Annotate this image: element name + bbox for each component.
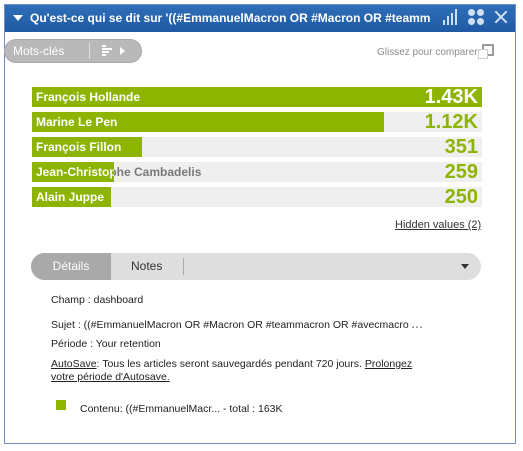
detail-sujet: Sujet : ((#EmmanuelMacron OR #Macron OR …: [51, 319, 423, 331]
legend-swatch: [56, 400, 66, 410]
sort-icon[interactable]: [102, 45, 112, 57]
detail-autosave-line2: votre période d'Autosave.: [51, 371, 170, 383]
bar-label: François Fillon: [36, 140, 122, 154]
detail-sujet-text: Sujet : ((#EmmanuelMacron OR #Macron OR …: [51, 319, 409, 331]
bar-label-clip: Alain Juppe: [32, 187, 111, 207]
bar-value: 1.43K: [424, 86, 478, 108]
bar-label-clip: Jean-Christophe Cambadelis: [32, 162, 114, 182]
bar-label: Marine Le Pen: [36, 115, 118, 129]
legend-label: Contenu: ((#EmmanuelMacr... - total : 16…: [80, 403, 283, 415]
chart-row[interactable]: François HollandeFrançois Hollande1.43K: [32, 86, 482, 108]
chart-row[interactable]: Alain JuppeAlain Juppe250: [32, 186, 482, 208]
window-title: Qu'est-ce qui se dit sur '((#EmmanuelMac…: [30, 11, 431, 25]
keywords-toolbar: Mots-clés: [4, 39, 142, 63]
detail-champ: Champ : dashboard: [51, 294, 144, 306]
tab-notes[interactable]: Notes: [131, 253, 162, 280]
bar-label: François Hollande: [36, 90, 141, 104]
hidden-values-link[interactable]: Hidden values (2): [395, 219, 481, 231]
bar-value: 259: [444, 161, 478, 183]
bar-label-clip: François Fillon: [32, 137, 142, 157]
autosave-text: : Tous les articles seront sauvegardés p…: [96, 358, 365, 370]
tab-bar: Détails Notes: [31, 253, 481, 280]
detail-autosave: AutoSave: Tous les articles seront sauve…: [51, 358, 412, 370]
grid-menu-icon[interactable]: [468, 9, 484, 25]
chart-row[interactable]: François FillonFrançois Fillon351: [32, 136, 482, 158]
keywords-button[interactable]: Mots-clés: [5, 44, 89, 58]
chevron-down-icon[interactable]: [461, 264, 469, 269]
bar-chart: François HollandeFrançois Hollande1.43KM…: [32, 86, 482, 212]
tab-details[interactable]: Détails: [31, 253, 111, 280]
detail-periode: Période : Your retention: [51, 338, 161, 350]
chart-row[interactable]: Marine Le PenMarine Le Pen1.12K: [32, 111, 482, 133]
prolong-link[interactable]: Prolongez: [365, 358, 412, 370]
bar-value: 1.12K: [424, 111, 478, 133]
toolbar-divider: [89, 43, 90, 59]
compare-hint: Glissez pour comparer: [377, 47, 478, 58]
bar-label: Jean-Christophe Cambadelis: [36, 165, 114, 179]
bar-label-clip: Marine Le Pen: [32, 112, 384, 132]
prolong-link-2[interactable]: votre période d'Autosave.: [51, 371, 170, 383]
chart-row[interactable]: Jean-Christophe CambadelisJean-Christoph…: [32, 161, 482, 183]
bar-value: 351: [444, 136, 478, 158]
bar-label-clip: François Hollande: [32, 87, 482, 107]
close-icon[interactable]: [493, 9, 509, 25]
chart-type-icon[interactable]: [443, 9, 459, 25]
compare-icon[interactable]: [478, 44, 494, 59]
bar-value: 250: [444, 186, 478, 208]
bar-label: Alain Juppe: [36, 190, 105, 204]
collapse-icon[interactable]: [13, 15, 23, 21]
title-bar: Qu'est-ce qui se dit sur '((#EmmanuelMac…: [5, 5, 515, 32]
expand-right-icon[interactable]: [120, 47, 125, 55]
autosave-link[interactable]: AutoSave: [51, 358, 97, 370]
tab-divider: [183, 258, 184, 275]
more-dots[interactable]: ...: [412, 319, 424, 331]
